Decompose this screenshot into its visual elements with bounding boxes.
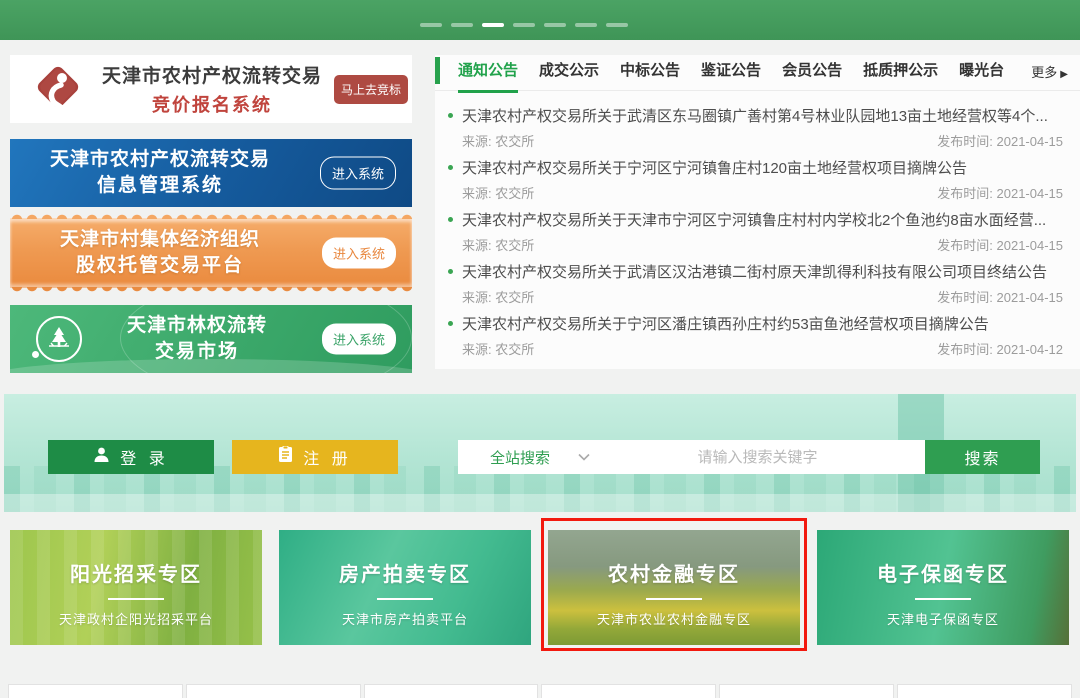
site-subtitle: 竞价报名系统 [98,91,326,117]
zone-rural-finance[interactable]: 农村金融专区 天津市农业农村金融专区 [548,530,800,645]
banner-line2: 信息管理系统 [10,173,310,199]
more-link[interactable]: 更多▶ [1031,62,1068,81]
tree-icon [36,316,82,362]
chevron-down-icon[interactable] [578,453,590,461]
news-source: 来源: 农交所 [462,183,534,202]
tab-exposure[interactable]: 曝光台 [959,59,1004,93]
homepage: 天津市农村产权流转交易 竞价报名系统 马上去竞标 天津市农村产权流转交易 信息管… [0,0,1080,698]
bullet-icon [448,113,453,118]
divider [108,598,164,600]
carousel-dot[interactable] [451,23,473,27]
carousel-banner [0,0,1080,40]
bullet-icon [448,217,453,222]
footer-box[interactable] [541,684,716,698]
bidding-system-title: 天津市农村产权流转交易 竞价报名系统 [98,61,326,117]
bullet-icon [448,321,453,326]
search-scope-select[interactable]: 全站搜索 [490,447,550,468]
tab-deal-publicity[interactable]: 成交公示 [539,59,599,93]
footer-box[interactable] [364,684,539,698]
equity-custody-platform-banner[interactable]: 天津市村集体经济组织 股权托管交易平台 进入系统 [10,218,412,288]
list-item: 天津农村产权交易所关于武清区东马圈镇广善村第4号林业队园地13亩土地经营权等4个… [435,102,1080,154]
info-management-system-banner[interactable]: 天津市农村产权流转交易 信息管理系统 进入系统 [10,139,412,207]
carousel-dot[interactable] [513,23,535,27]
footer-box[interactable] [897,684,1072,698]
banner-line1: 天津市村集体经济组织 [10,227,310,253]
search-hero-section: 登 录 注 册 全站搜索 搜索 [4,394,1076,512]
zone-electronic-guarantee[interactable]: 电子保函专区 天津电子保函专区 [817,530,1069,645]
search-input[interactable] [590,449,925,466]
news-link[interactable]: 天津农村产权交易所关于宁河区宁河镇鲁庄村120亩土地经营权项目摘牌公告 [448,154,1063,181]
carousel-dot[interactable] [606,23,628,27]
tab-certification[interactable]: 鉴证公告 [701,59,761,93]
news-date: 发布时间: 2021-04-15 [937,131,1063,150]
login-button[interactable]: 登 录 [48,440,214,474]
zone-property-auction[interactable]: 房产拍卖专区 天津市房产拍卖平台 [279,530,531,645]
register-form-icon [278,446,293,468]
news-source: 来源: 农交所 [462,235,534,254]
carousel-indicators [420,23,628,27]
banner-line2: 股权托管交易平台 [10,253,310,279]
news-date: 发布时间: 2021-04-12 [937,339,1063,358]
news-link[interactable]: 天津农村产权交易所关于武清区汉沽港镇二街村原天津凯得利科技有限公司项目终结公告 [448,258,1063,285]
news-link[interactable]: 天津农村产权交易所关于宁河区潘庄镇西孙庄村约53亩鱼池经营权项目摘牌公告 [448,310,1063,337]
user-icon [93,446,110,468]
carousel-dot[interactable] [420,23,442,27]
list-item: 天津农村产权交易所关于武清区汉沽港镇二街村原天津凯得利科技有限公司项目终结公告 … [435,258,1080,310]
site-search-bar: 全站搜索 搜索 [458,440,1040,474]
bullet-icon [448,269,453,274]
divider [646,598,702,600]
banner-line1: 天津市农村产权流转交易 [10,147,310,173]
tab-member[interactable]: 会员公告 [782,59,842,93]
announcement-list: 天津农村产权交易所关于武清区东马圈镇广善村第4号林业队园地13亩土地经营权等4个… [435,91,1080,362]
footer-box[interactable] [8,684,183,698]
footer-box[interactable] [719,684,894,698]
special-zones-row: 阳光招采专区 天津政村企阳光招采平台 房产拍卖专区 天津市房产拍卖平台 农村金融… [10,530,1070,645]
site-logo-icon [32,61,84,118]
bidding-system-panel: 天津市农村产权流转交易 竞价报名系统 马上去竞标 [10,55,412,123]
search-button[interactable]: 搜索 [925,440,1040,474]
footer-box[interactable] [186,684,361,698]
news-date: 发布时间: 2021-04-15 [937,235,1063,254]
carousel-dot-active[interactable] [482,23,504,27]
haze-decoration [4,494,1076,512]
news-source: 来源: 农交所 [462,131,534,150]
tab-winning-bid[interactable]: 中标公告 [620,59,680,93]
banner-line2: 交易市场 [82,339,312,365]
enter-system-button[interactable]: 进入系统 [322,238,396,269]
divider [377,598,433,600]
footer-links-row [8,684,1072,698]
banner-line1: 天津市林权流转 [82,313,312,339]
carousel-dot[interactable] [544,23,566,27]
enter-system-button[interactable]: 进入系统 [322,324,396,355]
news-date: 发布时间: 2021-04-15 [937,183,1063,202]
list-item: 天津农村产权交易所关于宁河区潘庄镇西孙庄村约53亩鱼池经营权项目摘牌公告 来源:… [435,310,1080,362]
more-arrow-icon: ▶ [1060,69,1068,80]
tab-pledge-publicity[interactable]: 抵质押公示 [863,59,938,93]
news-date: 发布时间: 2021-04-15 [937,287,1063,306]
divider [915,598,971,600]
go-bid-button[interactable]: 马上去竞标 [334,75,408,104]
register-button[interactable]: 注 册 [232,440,398,474]
accent-bar [435,57,440,84]
list-item: 天津农村产权交易所关于天津市宁河区宁河镇鲁庄村村内学校北2个鱼池约8亩水面经营.… [435,206,1080,258]
news-link[interactable]: 天津农村产权交易所关于武清区东马圈镇广善村第4号林业队园地13亩土地经营权等4个… [448,102,1063,129]
news-source: 来源: 农交所 [462,287,534,306]
carousel-dot[interactable] [575,23,597,27]
news-link[interactable]: 天津农村产权交易所关于天津市宁河区宁河镇鲁庄村村内学校北2个鱼池约8亩水面经营.… [448,206,1063,233]
announcement-panel: 通知公告 成交公示 中标公告 鉴证公告 会员公告 抵质押公示 曝光台 更多▶ 天… [435,55,1080,369]
announcement-tab-bar: 通知公告 成交公示 中标公告 鉴证公告 会员公告 抵质押公示 曝光台 更多▶ [435,55,1080,91]
tab-notice[interactable]: 通知公告 [458,59,518,93]
zone-sunshine-procurement[interactable]: 阳光招采专区 天津政村企阳光招采平台 [10,530,262,645]
news-source: 来源: 农交所 [462,339,534,358]
enter-system-button[interactable]: 进入系统 [320,157,396,190]
forest-rights-market-banner[interactable]: 天津市林权流转 交易市场 进入系统 [10,305,412,373]
bullet-icon [448,165,453,170]
site-title: 天津市农村产权流转交易 [98,61,326,88]
list-item: 天津农村产权交易所关于宁河区宁河镇鲁庄村120亩土地经营权项目摘牌公告 来源: … [435,154,1080,206]
